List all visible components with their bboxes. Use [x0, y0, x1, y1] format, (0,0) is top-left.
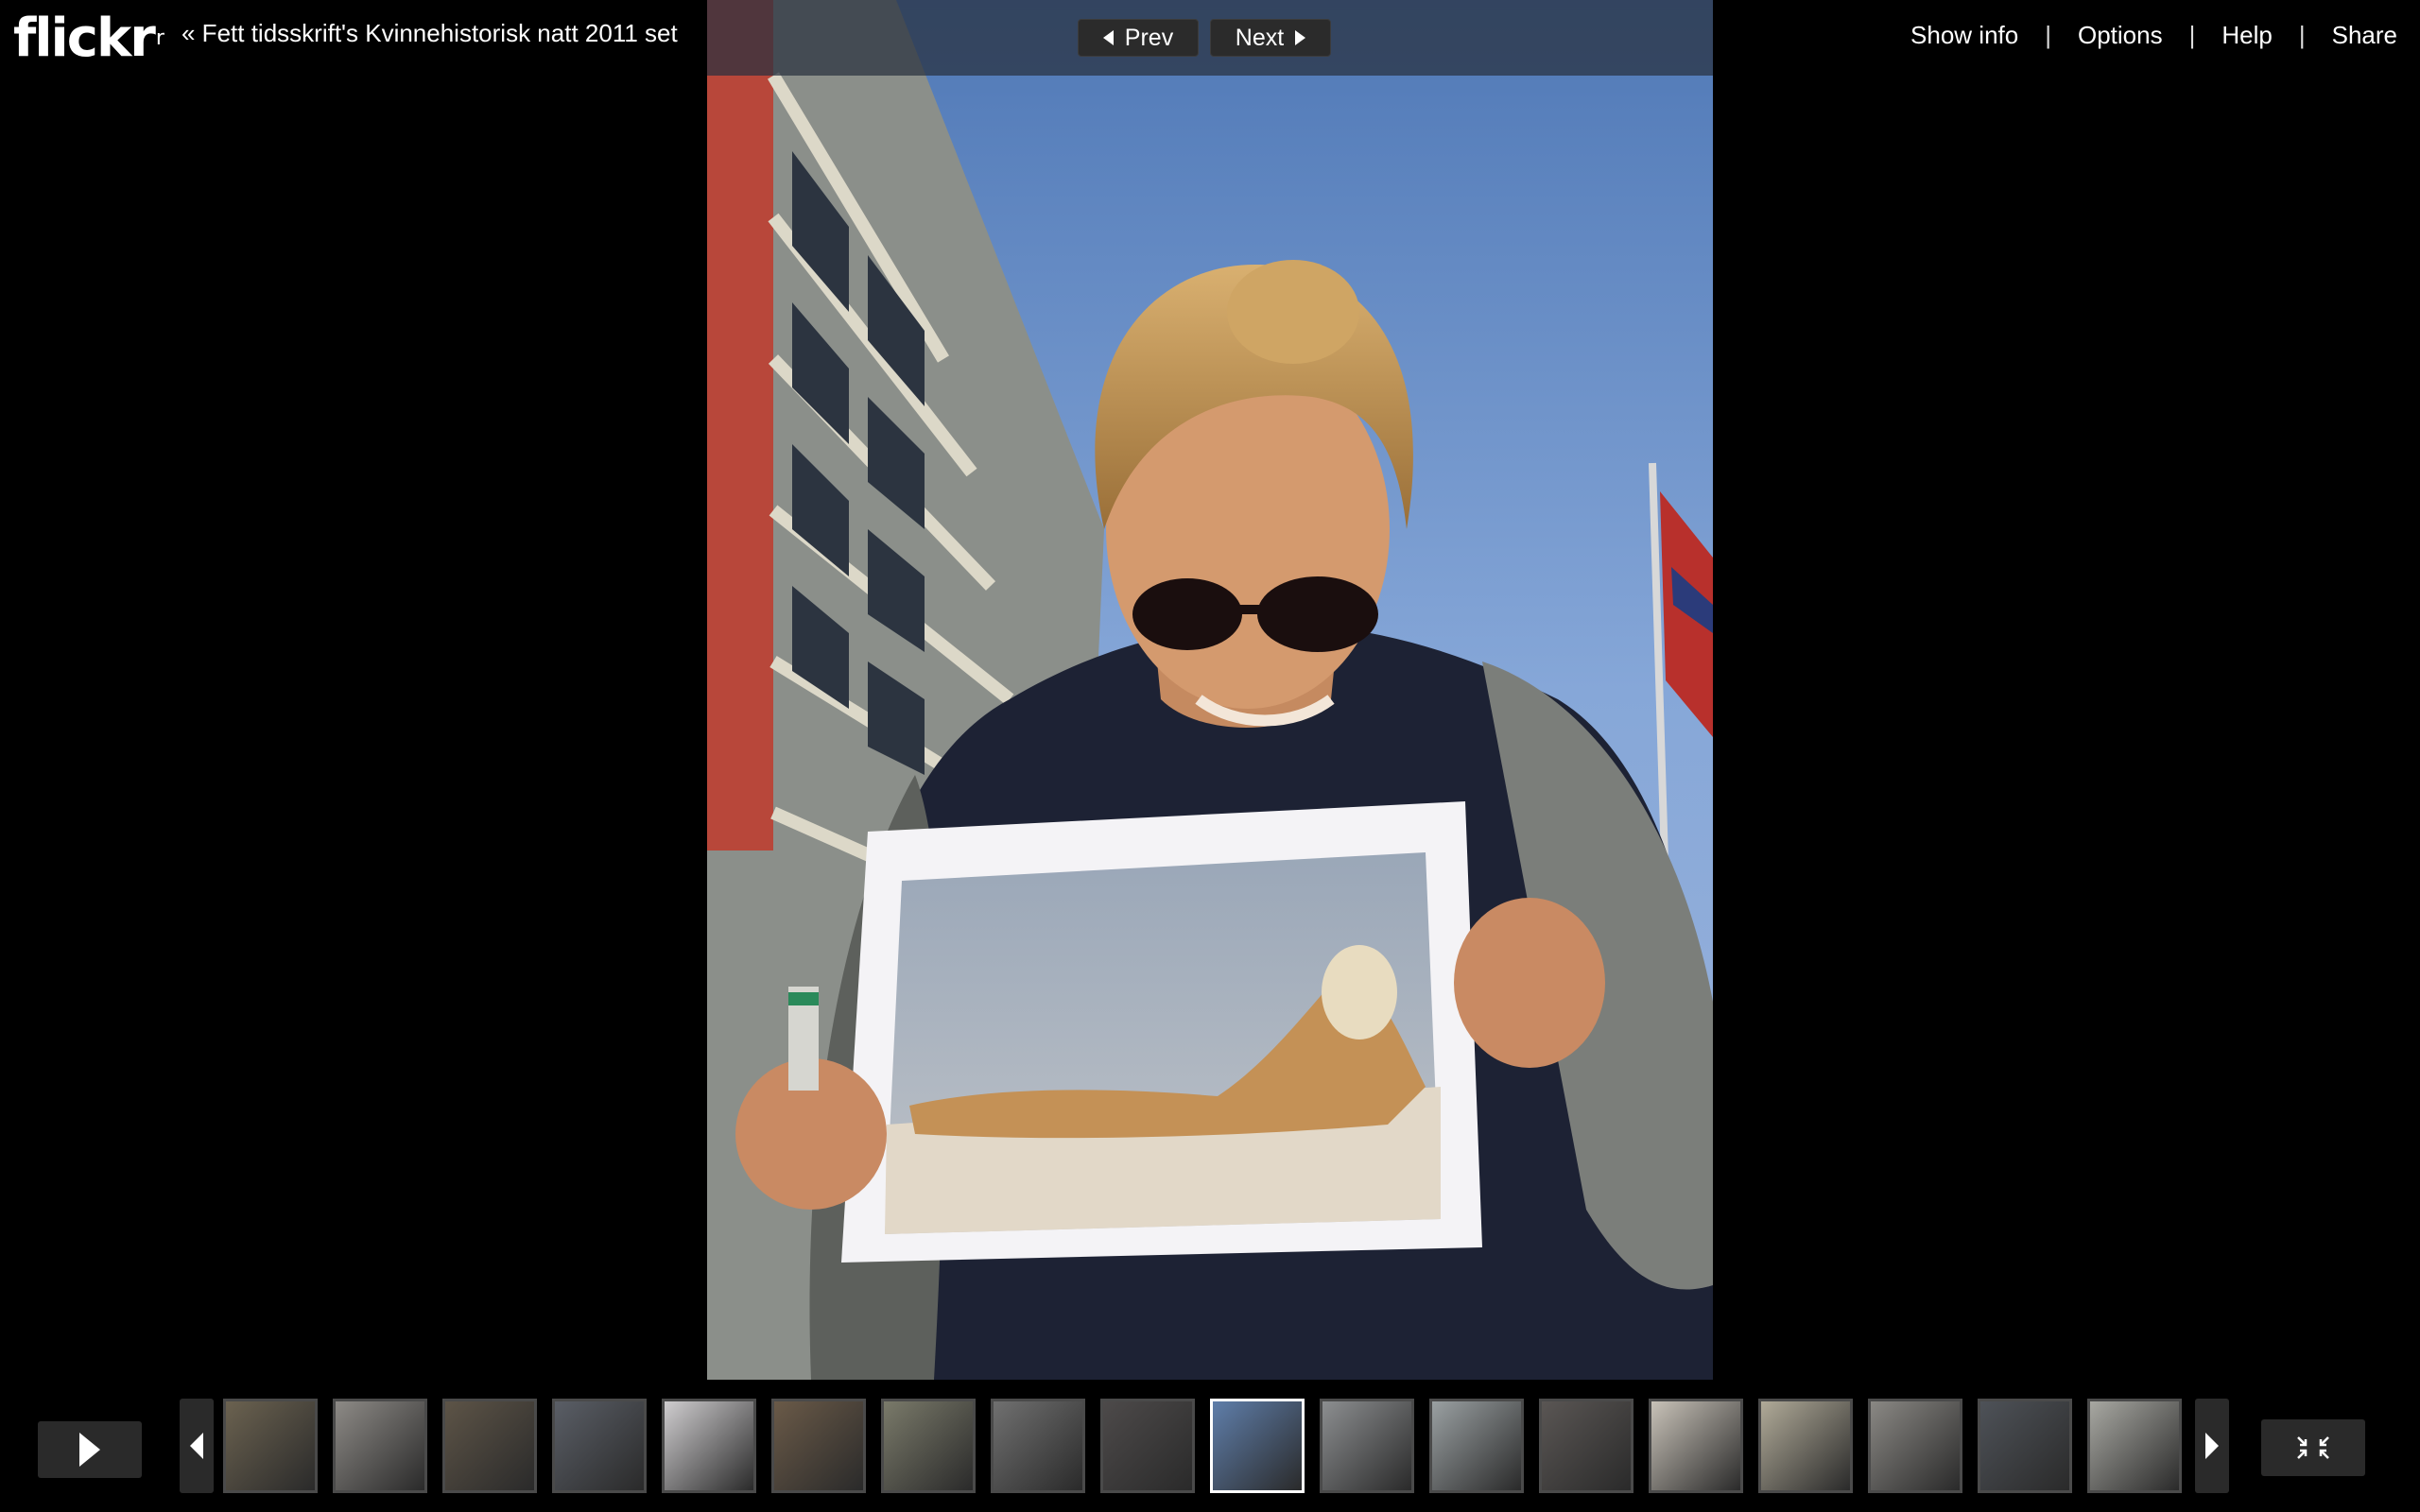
filmstrip-thumbnail[interactable] — [1320, 1399, 1414, 1493]
filmstrip-thumbnail[interactable] — [223, 1399, 318, 1493]
menu-separator: | — [2298, 21, 2306, 49]
thumbnail-list — [223, 1399, 2182, 1493]
menu-separator: | — [2045, 21, 2051, 49]
filmstrip-thumbnail[interactable] — [662, 1399, 756, 1493]
menu-separator: | — [2188, 21, 2196, 49]
filmstrip-thumbnail[interactable] — [442, 1399, 537, 1493]
filmstrip-thumbnail[interactable] — [991, 1399, 1085, 1493]
filmstrip-scroll-left-button[interactable] — [180, 1399, 214, 1493]
show-info-link[interactable]: Show info — [1910, 21, 2018, 50]
next-button[interactable]: Next — [1210, 19, 1331, 57]
filmstrip-thumbnail[interactable] — [881, 1399, 976, 1493]
back-to-set-link[interactable]: « Fett tidsskrift's Kvinnehistorisk natt… — [182, 19, 678, 48]
options-link[interactable]: Options — [2078, 21, 2163, 50]
chevron-right-icon — [1295, 30, 1306, 45]
logo-mark: r — [155, 26, 164, 50]
next-label: Next — [1235, 24, 1285, 51]
filmstrip-thumbnail[interactable] — [1758, 1399, 1853, 1493]
filmstrip-thumbnail[interactable] — [1100, 1399, 1195, 1493]
filmstrip-thumbnail[interactable] — [1539, 1399, 1634, 1493]
chevron-left-icon — [190, 1433, 203, 1459]
filmstrip-thumbnail[interactable] — [2087, 1399, 2182, 1493]
chevron-right-icon — [2205, 1433, 2219, 1459]
filmstrip-thumbnail[interactable] — [333, 1399, 427, 1493]
filmstrip-thumbnail[interactable] — [552, 1399, 647, 1493]
filmstrip-thumbnail[interactable] — [1978, 1399, 2072, 1493]
play-icon — [79, 1433, 100, 1467]
help-link[interactable]: Help — [2221, 21, 2272, 50]
photo-navigation: Prev Next — [1078, 19, 1331, 57]
flickr-logo-text: flickr — [13, 7, 156, 69]
collapse-icon — [2297, 1436, 2329, 1459]
prev-button[interactable]: Prev — [1078, 19, 1199, 57]
prev-label: Prev — [1124, 24, 1174, 51]
flickr-logo[interactable]: flickr r — [13, 2, 164, 74]
exit-fullscreen-button[interactable] — [2261, 1419, 2365, 1476]
filmstrip — [0, 1380, 2420, 1512]
filmstrip-thumbnail[interactable] — [1210, 1399, 1305, 1493]
slideshow-play-button[interactable] — [38, 1421, 142, 1478]
filmstrip-thumbnail[interactable] — [771, 1399, 866, 1493]
filmstrip-thumbnail[interactable] — [1868, 1399, 1962, 1493]
top-menu: Show info | Options | Help | Share — [1910, 21, 2397, 50]
filmstrip-thumbnail[interactable] — [1429, 1399, 1524, 1493]
chevron-left-icon — [1102, 30, 1114, 45]
main-photo — [707, 0, 1713, 1380]
filmstrip-thumbnail[interactable] — [1649, 1399, 1743, 1493]
photo-illustration — [707, 0, 1713, 1380]
filmstrip-scroll-right-button[interactable] — [2195, 1399, 2229, 1493]
share-link[interactable]: Share — [2332, 21, 2397, 50]
